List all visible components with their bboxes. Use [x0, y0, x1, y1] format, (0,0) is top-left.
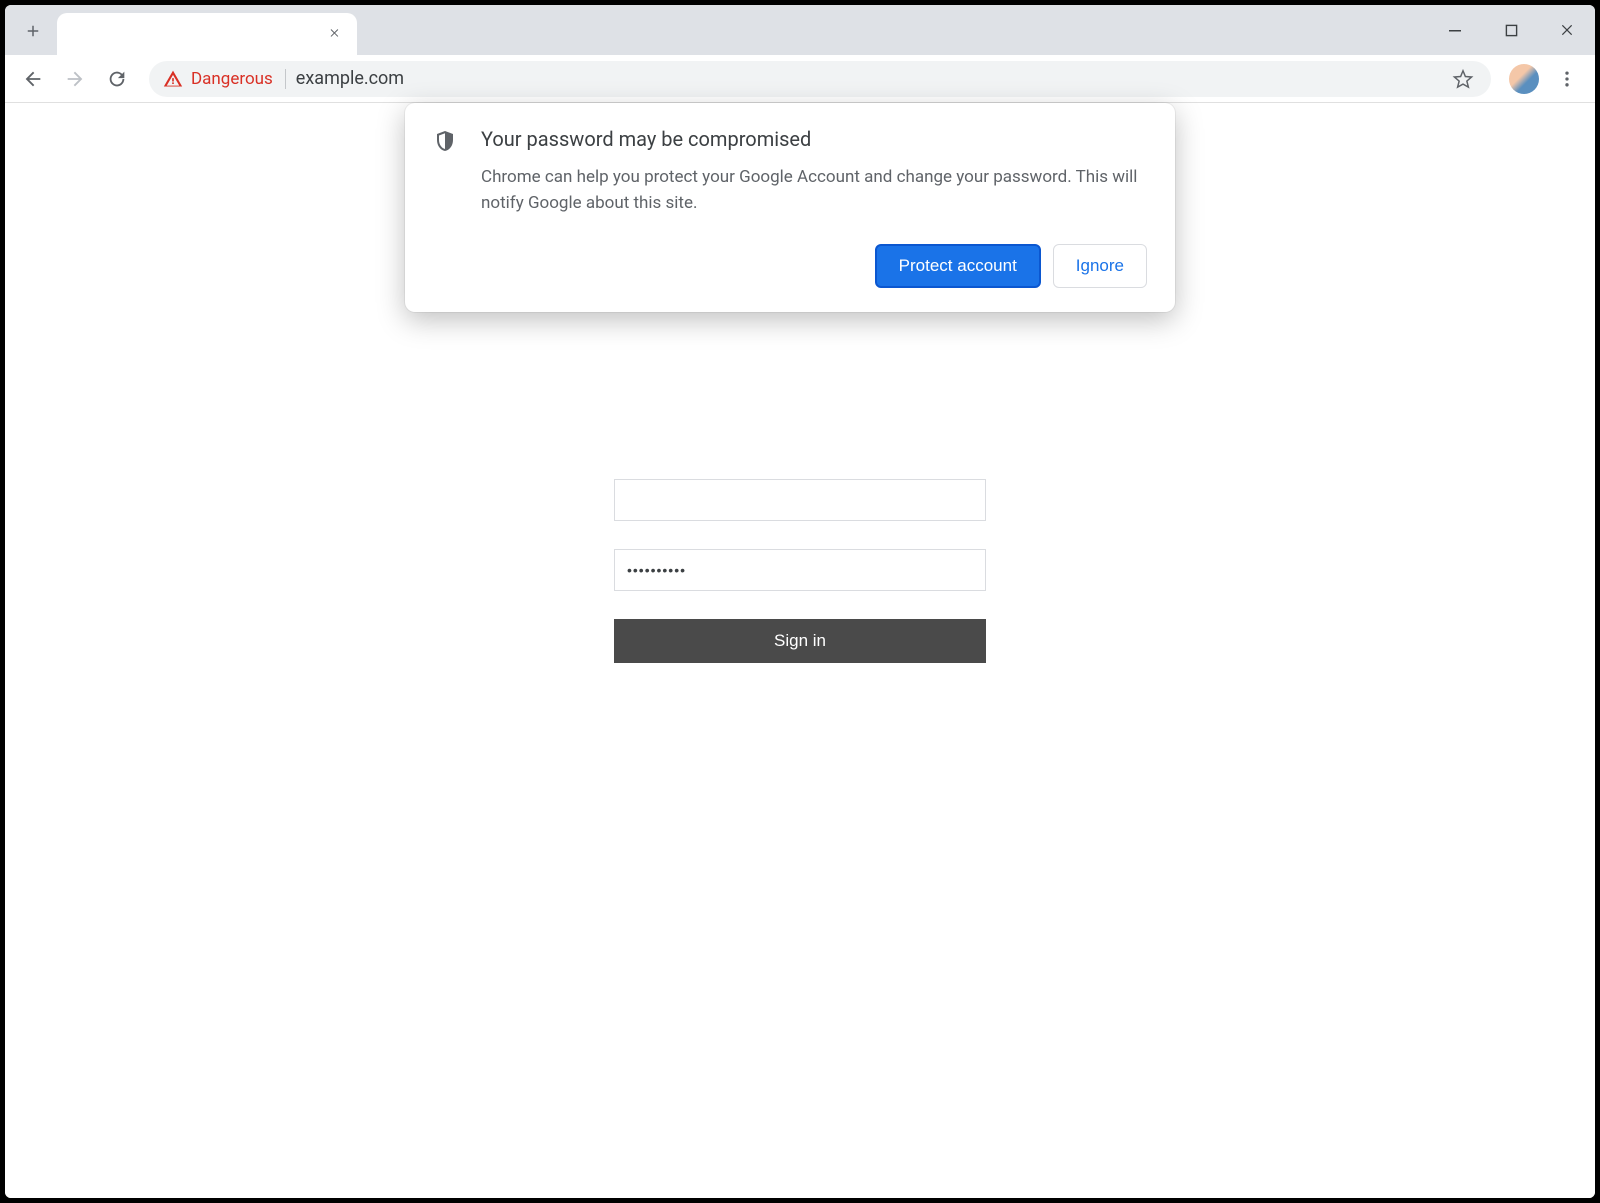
new-tab-button[interactable] [15, 13, 51, 49]
warning-icon [163, 69, 183, 89]
password-warning-popup: Your password may be compromised Chrome … [405, 103, 1175, 312]
maximize-button[interactable] [1483, 5, 1539, 55]
security-chip[interactable]: Dangerous [163, 69, 286, 89]
menu-button[interactable] [1549, 61, 1585, 97]
popup-title: Your password may be compromised [481, 127, 1147, 151]
page-content: Sign in Your password may be compromised… [5, 103, 1595, 1198]
popup-body: Your password may be compromised Chrome … [481, 127, 1147, 288]
profile-avatar[interactable] [1509, 64, 1539, 94]
bookmark-star-icon[interactable] [1449, 65, 1477, 93]
login-form: Sign in [614, 479, 986, 663]
close-tab-icon[interactable] [325, 24, 345, 44]
shield-icon [433, 129, 457, 288]
tab-strip [5, 5, 1595, 55]
close-window-button[interactable] [1539, 5, 1595, 55]
signin-button[interactable]: Sign in [614, 619, 986, 663]
minimize-button[interactable] [1427, 5, 1483, 55]
forward-button[interactable] [57, 61, 93, 97]
password-input[interactable] [614, 549, 986, 591]
toolbar: Dangerous example.com [5, 55, 1595, 103]
reload-button[interactable] [99, 61, 135, 97]
url-text: example.com [296, 68, 1439, 89]
browser-tab[interactable] [57, 13, 357, 55]
security-label: Dangerous [191, 69, 273, 89]
username-input[interactable] [614, 479, 986, 521]
ignore-button[interactable]: Ignore [1053, 244, 1147, 288]
popup-text: Chrome can help you protect your Google … [481, 165, 1147, 216]
browser-window: Dangerous example.com Sign in Your passw… [5, 5, 1595, 1198]
protect-account-button[interactable]: Protect account [875, 244, 1041, 288]
window-controls [1427, 5, 1595, 55]
back-button[interactable] [15, 61, 51, 97]
address-bar[interactable]: Dangerous example.com [149, 61, 1491, 97]
popup-actions: Protect account Ignore [481, 244, 1147, 288]
